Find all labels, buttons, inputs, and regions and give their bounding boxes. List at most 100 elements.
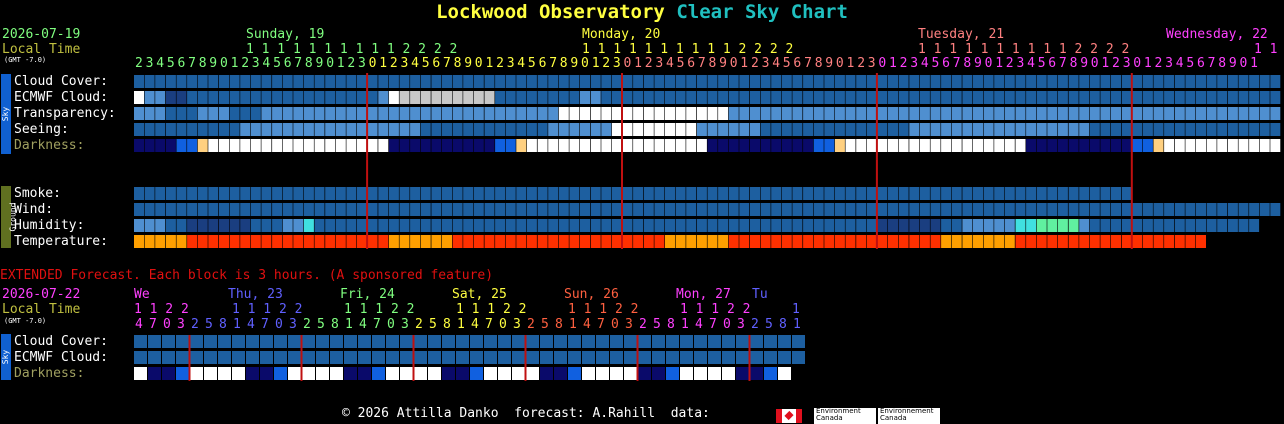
transparency-block <box>208 107 219 120</box>
ecmwf_cloud-block <box>1196 91 1206 104</box>
ecmwf_cloud-block <box>888 91 898 104</box>
extended-ecmwf_cloud-block <box>610 351 623 364</box>
humidity-block <box>580 219 590 232</box>
smoke-block <box>484 187 495 200</box>
smoke-block <box>1100 187 1111 200</box>
seeing-block <box>261 123 272 136</box>
smoke-block <box>314 187 325 200</box>
humidity-block <box>707 219 718 232</box>
extended-cloud_cover-block <box>134 335 147 348</box>
smoke-block <box>144 187 155 200</box>
canada-flag-icon <box>776 409 802 423</box>
ecmwf_cloud-block <box>357 91 367 104</box>
humidity-block <box>728 219 739 232</box>
wind-block <box>771 203 782 216</box>
seeing-block <box>834 123 845 136</box>
extended-darkness-block <box>456 367 469 380</box>
smoke-block <box>962 187 973 200</box>
darkness-block <box>314 139 325 152</box>
wind-block <box>750 203 760 216</box>
seeing-block <box>845 123 856 136</box>
transparency-block <box>1206 107 1217 120</box>
ecmwf_cloud-block <box>431 91 442 104</box>
cloud_cover-block <box>643 75 654 88</box>
humidity-block <box>898 219 909 232</box>
cloud_cover-block <box>622 75 633 88</box>
extended-midnight-line <box>524 335 527 381</box>
temperature-block <box>643 235 654 248</box>
ecmwf_cloud-block <box>134 91 144 104</box>
transparency-block <box>442 107 452 120</box>
ecmwf_cloud-block <box>282 91 293 104</box>
ecmwf_cloud-block <box>346 91 357 104</box>
smoke-block <box>208 187 219 200</box>
darkness-block <box>1100 139 1111 152</box>
cloud_cover-block <box>240 75 251 88</box>
temperature-block <box>165 235 176 248</box>
humidity-block <box>378 219 389 232</box>
ecmwf_cloud-block <box>601 91 612 104</box>
smoke-block <box>1121 187 1132 200</box>
humidity-block <box>866 219 877 232</box>
extended-darkness-block <box>274 367 287 380</box>
cloud_cover-block <box>792 75 803 88</box>
wind-block <box>643 203 654 216</box>
extended-darkness-block <box>680 367 693 380</box>
seeing-block <box>240 123 251 136</box>
seeing-block <box>1185 123 1196 136</box>
wind-block <box>941 203 952 216</box>
extended-ecmwf_cloud-block <box>260 351 273 364</box>
ecmwf_cloud-block <box>1142 91 1153 104</box>
cloud_cover-block <box>1079 75 1090 88</box>
transparency-block <box>771 107 782 120</box>
wind-block <box>548 203 559 216</box>
ecmwf_cloud-block <box>1185 91 1196 104</box>
extended-cloud_cover-block <box>736 335 749 348</box>
darkness-block <box>516 139 527 152</box>
extended-cloud_cover-block <box>680 335 693 348</box>
extended-ecmwf_cloud-block <box>442 351 455 364</box>
cloud_cover-block <box>866 75 877 88</box>
seeing-block <box>930 123 941 136</box>
smoke-block <box>601 187 612 200</box>
temperature-block <box>1100 235 1111 248</box>
extended-ecmwf_cloud-block <box>176 351 189 364</box>
smoke-block <box>898 187 909 200</box>
wind-block <box>176 203 187 216</box>
smoke-block <box>293 187 304 200</box>
wind-block <box>1238 203 1249 216</box>
darkness-block <box>601 139 612 152</box>
darkness-block <box>272 139 283 152</box>
wind-block <box>803 203 814 216</box>
extended-darkness-block <box>288 367 301 380</box>
ecmwf_cloud-block <box>1249 91 1260 104</box>
forecast-grid <box>134 73 1281 381</box>
darkness-block <box>909 139 920 152</box>
humidity-block <box>293 219 304 232</box>
humidity-block <box>1164 219 1175 232</box>
darkness-block <box>1196 139 1206 152</box>
ecmwf_cloud-block <box>1047 91 1058 104</box>
transparency-block <box>548 107 559 120</box>
cloud_cover-block <box>1036 75 1047 88</box>
extended-darkness-block <box>708 367 721 380</box>
temperature-block <box>250 235 261 248</box>
wind-block <box>718 203 729 216</box>
humidity-block <box>834 219 845 232</box>
temperature-block <box>357 235 367 248</box>
ecmwf_cloud-block <box>877 91 888 104</box>
darkness-block <box>1206 139 1217 152</box>
humidity-block <box>951 219 962 232</box>
seeing-block <box>197 123 208 136</box>
darkness-block <box>484 139 495 152</box>
wind-block <box>856 203 867 216</box>
transparency-block <box>526 107 537 120</box>
smoke-block <box>176 187 187 200</box>
cloud_cover-block <box>229 75 240 88</box>
humidity-block <box>856 219 867 232</box>
ecmwf_cloud-block <box>1089 91 1100 104</box>
temperature-block <box>718 235 729 248</box>
wind-block <box>197 203 208 216</box>
cloud_cover-block <box>930 75 941 88</box>
temperature-block <box>1185 235 1196 248</box>
